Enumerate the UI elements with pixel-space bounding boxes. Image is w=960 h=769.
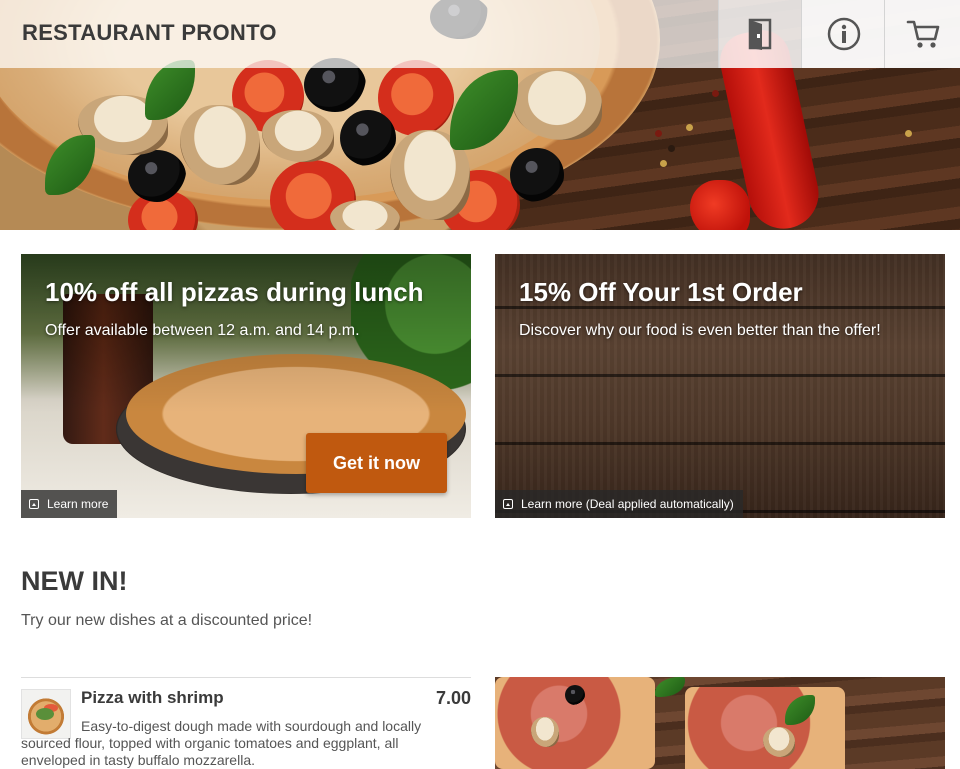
dish-price: 7.00 — [435, 688, 471, 708]
info-button[interactable] — [801, 0, 885, 68]
olive-topping — [128, 150, 186, 202]
olive-topping — [565, 685, 585, 705]
brand-title[interactable]: RESTAURANT PRONTO — [22, 20, 277, 46]
basil-leaf — [655, 677, 685, 697]
door-exit-icon — [746, 17, 776, 51]
mushroom-topping — [763, 727, 795, 757]
promo-subtitle: Discover why our food is even better tha… — [519, 322, 881, 339]
peppercorn — [905, 130, 912, 137]
peppercorn — [660, 160, 667, 167]
olive-topping — [340, 110, 396, 166]
peppercorn — [712, 90, 719, 97]
learn-more-label: Learn more — [47, 497, 109, 511]
cart-icon — [905, 17, 941, 51]
cart-button[interactable] — [884, 0, 960, 68]
divider — [21, 677, 471, 678]
mushroom-topping — [330, 200, 400, 230]
learn-more-button[interactable]: Learn more — [21, 490, 118, 518]
pizza-slice — [685, 687, 845, 769]
expand-up-icon — [29, 499, 39, 509]
olive-topping — [510, 148, 564, 202]
dish-name[interactable]: Pizza with shrimp — [81, 688, 224, 708]
promo-title: 15% Off Your 1st Order — [519, 277, 803, 307]
section-subtitle: Try our new dishes at a discounted price… — [21, 612, 313, 629]
get-it-now-button[interactable]: Get it now — [306, 433, 447, 493]
peppercorn — [686, 124, 693, 131]
peppercorn — [668, 145, 675, 152]
chili-pepper-small — [690, 180, 750, 230]
dish-description: Easy-to-digest dough made with sourdough… — [21, 718, 422, 768]
peppercorn — [655, 130, 662, 137]
top-bar: RESTAURANT PRONTO — [0, 0, 960, 68]
promo-subtitle: Offer available between 12 a.m. and 14 p… — [45, 322, 360, 339]
learn-more-label: Learn more (Deal applied automatically) — [521, 497, 734, 511]
section-title: NEW IN! — [21, 566, 128, 596]
dish-promo-image[interactable] — [495, 677, 945, 769]
info-icon — [826, 16, 862, 52]
promo-title: 10% off all pizzas during lunch — [45, 277, 424, 307]
exit-button[interactable] — [718, 0, 802, 68]
mushroom-topping — [531, 717, 559, 747]
promo-card-first-order[interactable]: 15% Off Your 1st Order Discover why our … — [495, 254, 945, 518]
promo-card-lunch[interactable]: 10% off all pizzas during lunch Offer av… — [21, 254, 471, 518]
expand-up-icon — [503, 499, 513, 509]
learn-more-button[interactable]: Learn more (Deal applied automatically) — [495, 490, 743, 518]
